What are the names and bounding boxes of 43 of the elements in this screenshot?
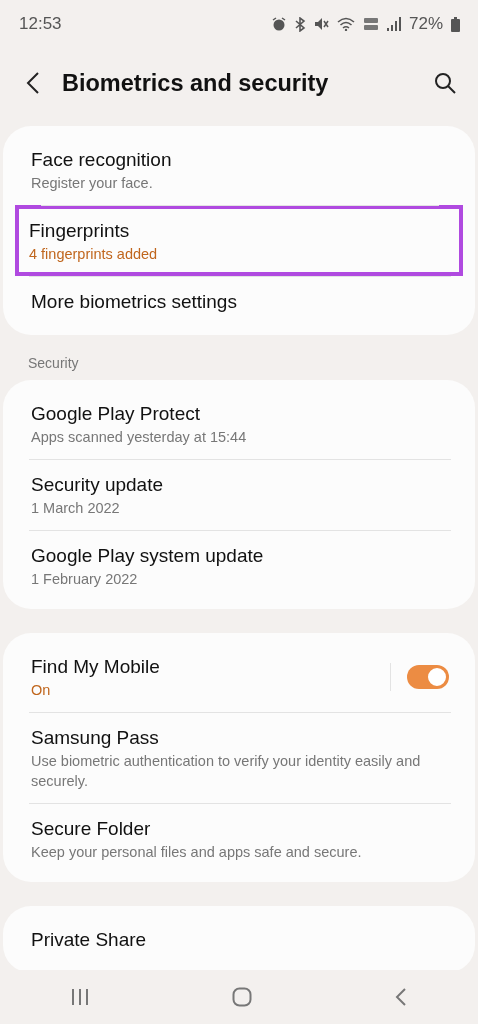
settings-item[interactable]: Google Play system update 1 February 2022 bbox=[3, 530, 475, 601]
home-icon[interactable] bbox=[232, 987, 252, 1007]
settings-item[interactable]: Private Share bbox=[3, 914, 475, 965]
toggle-switch[interactable] bbox=[407, 665, 449, 689]
search-icon[interactable] bbox=[434, 72, 456, 94]
item-title: Samsung Pass bbox=[31, 726, 160, 750]
item-title: Google Play system update bbox=[31, 544, 265, 568]
signal-icon bbox=[386, 17, 401, 31]
item-title: Face recognition bbox=[31, 148, 173, 172]
item-title: More biometrics settings bbox=[31, 290, 238, 314]
item-title: Private Share bbox=[31, 928, 148, 952]
page-title: Biometrics and security bbox=[62, 68, 329, 98]
recent-apps-icon[interactable] bbox=[71, 988, 90, 1006]
item-subtitle: Register your face. bbox=[31, 174, 154, 193]
settings-item[interactable]: More biometrics settings bbox=[3, 276, 475, 327]
item-subtitle: 4 fingerprints added bbox=[29, 245, 159, 264]
status-time: 12:53 bbox=[19, 13, 62, 36]
battery-icon bbox=[451, 16, 460, 32]
settings-item[interactable]: Secure Folder Keep your personal files and apps safe and secure. bbox=[3, 803, 475, 874]
settings-item[interactable]: Samsung Pass Use biometric authentication to verify your identity easily and securely. bbox=[3, 712, 475, 803]
section-heading: Security bbox=[27, 354, 80, 373]
item-subtitle: Apps scanned yesterday at 15:44 bbox=[31, 428, 248, 447]
item-subtitle: Keep your personal files and apps safe and secure. bbox=[31, 843, 363, 862]
item-subtitle: Use biometric authentication to verify your identity easily and securely. bbox=[31, 752, 422, 791]
settings-item[interactable]: Face recognition Register your face. bbox=[3, 134, 475, 205]
settings-item[interactable]: Fingerprints 4 fingerprints added bbox=[15, 205, 463, 276]
alarm-icon bbox=[271, 17, 286, 31]
item-subtitle: 1 February 2022 bbox=[31, 570, 139, 589]
back-icon[interactable] bbox=[26, 71, 40, 95]
item-title: Fingerprints bbox=[29, 219, 131, 243]
item-subtitle: 1 March 2022 bbox=[31, 499, 121, 518]
settings-item[interactable]: Find My Mobile On bbox=[3, 641, 475, 712]
settings-item[interactable]: Security update 1 March 2022 bbox=[3, 459, 475, 530]
bluetooth-icon bbox=[293, 16, 306, 32]
battery-percent: 72% bbox=[408, 13, 443, 36]
mute-icon bbox=[313, 17, 329, 31]
wifi-icon bbox=[336, 17, 355, 31]
item-title: Google Play Protect bbox=[31, 402, 201, 426]
item-title: Find My Mobile bbox=[31, 655, 161, 679]
settings-item[interactable]: Google Play Protect Apps scanned yesterday at 15:44 bbox=[3, 388, 475, 459]
item-title: Secure Folder bbox=[31, 817, 152, 841]
item-title: Security update bbox=[31, 473, 165, 497]
item-subtitle: On bbox=[31, 681, 52, 700]
